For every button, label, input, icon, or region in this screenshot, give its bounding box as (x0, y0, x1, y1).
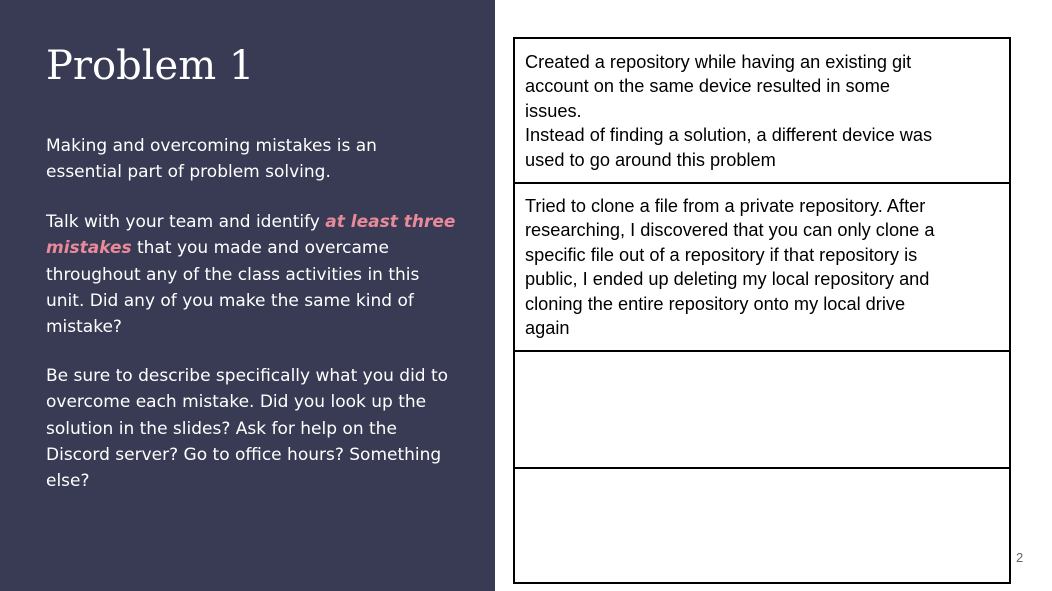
slide-number: 2 (1016, 550, 1024, 565)
cell-2-line-5: cloning the entire repository onto my lo… (525, 293, 906, 314)
slide-title: Problem 1 (46, 43, 255, 89)
cell-1-line-5: used to go around this problem (525, 149, 776, 170)
cell-1-line-2: account on the same device resulted in s… (525, 76, 890, 97)
left-panel: Problem 1 Making and overcoming mistakes… (0, 0, 495, 591)
table-cell-2[interactable]: Tried to clone a file from a private rep… (515, 184, 1009, 350)
cell-1-line-1: Created a repository while having an exi… (525, 52, 912, 72)
table-cell-4[interactable] (515, 469, 1009, 582)
cell-2-line-6: again (525, 318, 570, 339)
instructions-paragraph: Talk with your team and identify at leas… (46, 209, 456, 340)
table-cell-1[interactable]: Created a repository while having an exi… (515, 39, 1009, 182)
cell-1-line-4: Instead of finding a solution, a differe… (525, 125, 933, 146)
intro-paragraph: Making and overcoming mistakes is an ess… (46, 136, 377, 183)
guidance-paragraph: Be sure to describe specifically what yo… (46, 366, 449, 492)
cell-1-line-3: issues. (525, 100, 582, 121)
mistakes-table: Created a repository while having an exi… (513, 37, 1011, 584)
instructions-text-start: Talk with your team and identify (46, 212, 326, 232)
cell-2-line-4: public, I ended up deleting my local rep… (525, 269, 930, 290)
cell-2-line-1: Tried to clone a file from a private rep… (525, 196, 926, 216)
table-cell-3[interactable] (515, 352, 1009, 467)
cell-2-line-2: researching, I discovered that you can o… (525, 220, 935, 241)
cell-2-line-3: specific file out of a repository if tha… (525, 244, 918, 265)
